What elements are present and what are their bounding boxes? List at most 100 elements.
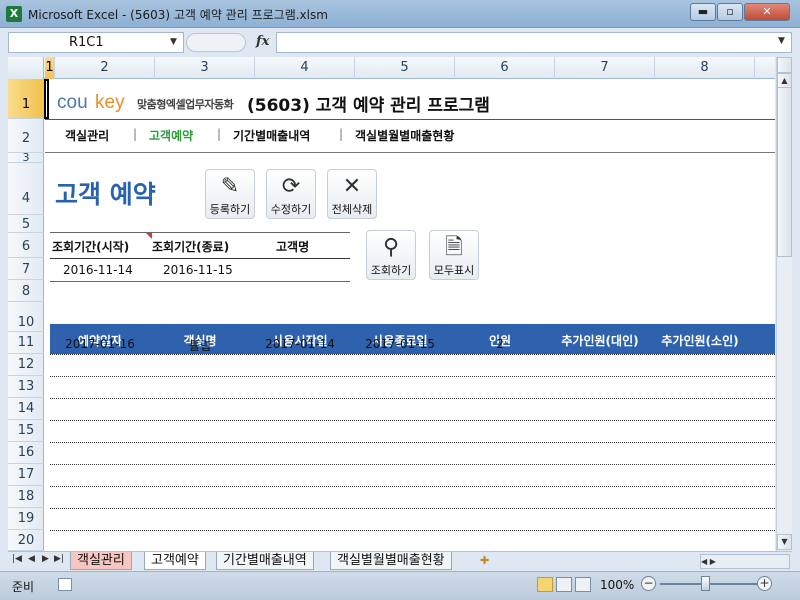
- title-bar: X Microsoft Excel - (5603) 고객 예약 관리 프로그램…: [0, 0, 800, 28]
- filter-customer-name[interactable]: [276, 263, 336, 277]
- column-header[interactable]: 6: [455, 57, 555, 79]
- row-divider: [50, 354, 775, 355]
- scroll-thumb[interactable]: [777, 87, 792, 257]
- row-header[interactable]: 2: [8, 119, 44, 153]
- register-button-label: 등록하기: [209, 203, 251, 216]
- chevron-down-icon[interactable]: ▼: [170, 32, 177, 53]
- column-header[interactable]: 1: [45, 57, 55, 79]
- cell-people[interactable]: 2: [450, 337, 550, 351]
- filter-start-date[interactable]: 2016-11-14: [63, 263, 133, 277]
- scroll-down-button[interactable]: ▼: [777, 534, 792, 550]
- row-divider: [50, 464, 775, 465]
- row-header[interactable]: 20: [8, 530, 44, 551]
- macro-record-icon[interactable]: [58, 578, 72, 591]
- scroll-split-handle[interactable]: [777, 57, 792, 73]
- show-all-button[interactable]: 🗎 모두표시: [429, 230, 479, 280]
- formula-input[interactable]: [276, 32, 792, 53]
- name-box[interactable]: R1C1: [8, 32, 184, 53]
- maximize-button[interactable]: ▫: [717, 3, 743, 21]
- row-header[interactable]: 6: [8, 233, 44, 258]
- document-icon: 🗎: [445, 235, 463, 260]
- close-button[interactable]: ✕: [744, 3, 790, 21]
- sheet-tab-reservations[interactable]: 고객예약: [144, 552, 206, 570]
- edit-button-label: 수정하기: [270, 203, 312, 216]
- expand-formula-icon[interactable]: ▼: [778, 36, 785, 46]
- insert-function-icon[interactable]: fx: [256, 34, 269, 49]
- insert-sheet-icon[interactable]: ✚: [480, 554, 496, 568]
- vertical-scrollbar[interactable]: ▲ ▼: [776, 57, 792, 551]
- filter-border-top: [50, 232, 350, 233]
- row-header[interactable]: 3: [8, 152, 44, 163]
- row-divider: [50, 420, 775, 421]
- row-header[interactable]: 5: [8, 215, 44, 233]
- prev-sheet-icon[interactable]: ◀: [28, 554, 35, 564]
- minimize-button[interactable]: ▬: [690, 3, 716, 21]
- select-all-corner[interactable]: [8, 57, 44, 79]
- row-divider: [50, 398, 775, 399]
- cell-reservation-date[interactable]: 2017-01-16: [50, 337, 150, 351]
- column-header[interactable]: 3: [155, 57, 255, 79]
- horizontal-scrollbar[interactable]: ◀ ▶: [700, 554, 790, 569]
- row-header[interactable]: 1: [8, 79, 44, 119]
- column-header[interactable]: 7: [555, 57, 655, 79]
- row-header[interactable]: 13: [8, 376, 44, 398]
- row-header[interactable]: 15: [8, 420, 44, 442]
- zoom-out-button[interactable]: −: [641, 576, 656, 591]
- brand-tagline: 맞춤형엑셀업무자동화: [137, 98, 234, 111]
- edit-button[interactable]: ⟳ 수정하기: [266, 169, 316, 219]
- row-header[interactable]: 12: [8, 354, 44, 376]
- delete-all-button[interactable]: ✕ 전체삭제: [327, 169, 377, 219]
- zoom-in-button[interactable]: +: [757, 576, 772, 591]
- row-header[interactable]: 8: [8, 280, 44, 302]
- filter-header-end: 조회기간(종료): [152, 240, 230, 254]
- page-break-view-icon[interactable]: [575, 577, 591, 592]
- nav-item-room-monthly-sales[interactable]: 객실별월별매출현황: [355, 127, 454, 144]
- cell-start-date[interactable]: 2017-01-14: [250, 337, 350, 351]
- column-header[interactable]: 2: [55, 57, 155, 79]
- nav-item-reservations[interactable]: 고객예약: [149, 127, 193, 144]
- formula-controls[interactable]: [186, 33, 246, 52]
- row-header[interactable]: 16: [8, 442, 44, 464]
- nav-item-period-sales[interactable]: 기간별매출내역: [233, 127, 310, 144]
- sheet-tab-period-sales[interactable]: 기간별매출내역: [216, 552, 314, 570]
- column-header[interactable]: 5: [355, 57, 455, 79]
- row-header[interactable]: 10: [8, 302, 44, 332]
- cell-area[interactable]: cou key 맞춤형엑셀업무자동화 (5603) 고객 예약 관리 프로그램 …: [44, 79, 775, 551]
- excel-app-icon[interactable]: X: [6, 6, 22, 22]
- column-header[interactable]: 4: [255, 57, 355, 79]
- row-header[interactable]: 4: [8, 163, 44, 215]
- sheet-tab-room-monthly-sales[interactable]: 객실별월별매출현황: [330, 552, 452, 570]
- cell-room-name[interactable]: 튤립: [150, 337, 250, 354]
- normal-view-icon[interactable]: [537, 577, 553, 592]
- last-sheet-icon[interactable]: ▶|: [54, 554, 64, 564]
- search-button-label: 조회하기: [370, 264, 412, 277]
- status-bar: 준비 100% − +: [0, 571, 800, 600]
- zoom-level[interactable]: 100%: [600, 578, 634, 592]
- excel-window: X Microsoft Excel - (5603) 고객 예약 관리 프로그램…: [0, 0, 800, 600]
- row-divider: [50, 486, 775, 487]
- refresh-icon: ⟳: [281, 174, 301, 199]
- row-header[interactable]: 18: [8, 486, 44, 508]
- next-sheet-icon[interactable]: ▶: [42, 554, 49, 564]
- first-sheet-icon[interactable]: |◀: [12, 554, 22, 564]
- nav-divider: [45, 152, 775, 153]
- sheet-tab-rooms[interactable]: 객실관리: [70, 552, 132, 570]
- program-title: (5603) 고객 예약 관리 프로그램: [247, 96, 490, 116]
- row-header[interactable]: 11: [8, 332, 44, 354]
- filter-end-date[interactable]: 2016-11-15: [163, 263, 233, 277]
- brand-logo-key: key: [95, 92, 125, 113]
- row-header[interactable]: 14: [8, 398, 44, 420]
- worksheet[interactable]: 1 2 3 4 5 6 7 8 1 2 3 4 5 6 7 8 10 11 12…: [8, 57, 775, 551]
- page-layout-view-icon[interactable]: [556, 577, 572, 592]
- selected-cell[interactable]: [44, 79, 49, 119]
- row-header[interactable]: 7: [8, 258, 44, 280]
- nav-item-rooms[interactable]: 객실관리: [65, 127, 109, 144]
- row-header[interactable]: 19: [8, 508, 44, 530]
- row-header[interactable]: 17: [8, 464, 44, 486]
- register-button[interactable]: ✎ 등록하기: [205, 169, 255, 219]
- search-button[interactable]: ⚲ 조회하기: [366, 230, 416, 280]
- column-header[interactable]: 8: [655, 57, 755, 79]
- formula-bar: R1C1 ▼ fx ▼: [0, 28, 800, 56]
- cell-end-date[interactable]: 2017-01-15: [350, 337, 450, 351]
- zoom-slider-thumb[interactable]: [701, 576, 710, 591]
